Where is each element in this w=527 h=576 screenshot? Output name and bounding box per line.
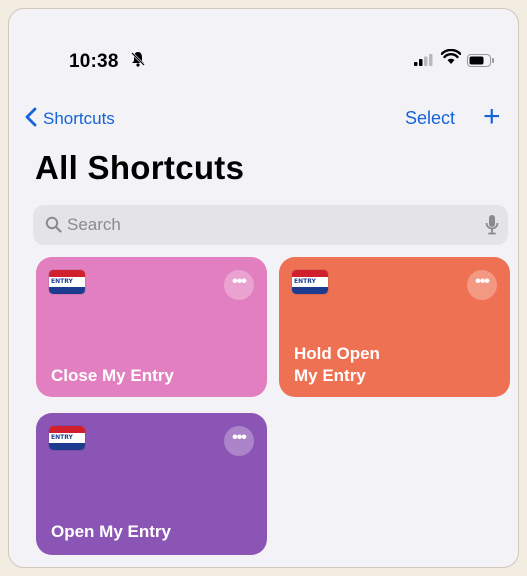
- search-input[interactable]: Search: [67, 215, 121, 235]
- shortcut-card-close-my-entry[interactable]: ENTRY ••• Close My Entry: [36, 257, 267, 397]
- shortcut-label: Hold Open My Entry: [294, 344, 380, 385]
- phone-screen: 10:38 Shortcuts Select + All Shortcuts S…: [8, 8, 519, 568]
- cellular-signal-icon: [414, 53, 434, 71]
- search-icon: [45, 216, 62, 238]
- status-time: 10:38: [69, 51, 119, 72]
- status-bar: 10:38: [9, 9, 518, 99]
- more-icon[interactable]: •••: [467, 270, 497, 300]
- battery-icon: [467, 54, 495, 72]
- shortcut-label: Open My Entry: [51, 522, 171, 541]
- wifi-icon: [440, 48, 462, 70]
- back-button[interactable]: Shortcuts: [43, 109, 115, 129]
- page-title: All Shortcuts: [35, 149, 245, 186]
- app-icon: ENTRY: [49, 270, 85, 294]
- app-icon: ENTRY: [292, 270, 328, 294]
- shortcut-label: Close My Entry: [51, 366, 174, 385]
- bell-slash-icon: [131, 51, 145, 71]
- search-field[interactable]: Search: [33, 205, 508, 245]
- more-icon[interactable]: •••: [224, 270, 254, 300]
- navigation-bar: Shortcuts Select +: [9, 101, 518, 137]
- plus-icon[interactable]: +: [483, 101, 501, 133]
- chevron-left-icon[interactable]: [25, 107, 37, 132]
- select-button[interactable]: Select: [405, 108, 455, 129]
- microphone-icon[interactable]: [485, 214, 499, 241]
- shortcut-card-hold-open-my-entry[interactable]: ENTRY ••• Hold Open My Entry: [279, 257, 510, 397]
- more-icon[interactable]: •••: [224, 426, 254, 456]
- app-icon: ENTRY: [49, 426, 85, 450]
- shortcut-card-open-my-entry[interactable]: ENTRY ••• Open My Entry: [36, 413, 267, 555]
